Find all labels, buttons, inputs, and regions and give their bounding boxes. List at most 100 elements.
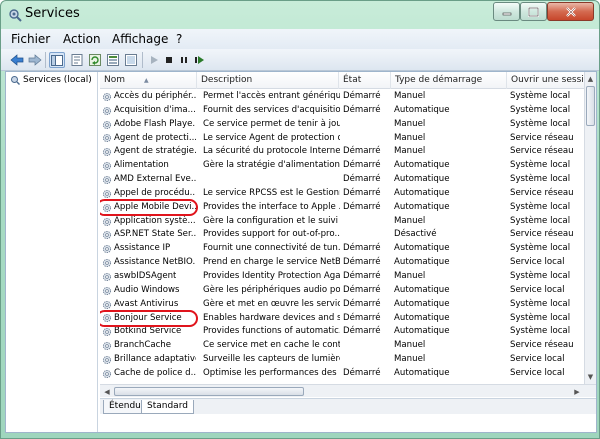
menu-fichier[interactable]: Fichier: [11, 32, 50, 46]
service-gear-icon: [102, 217, 112, 226]
service-row[interactable]: ASP.NET State Ser... Provides support for…: [100, 228, 596, 242]
service-name-cell[interactable]: Adobe Flash Playe...: [100, 118, 196, 132]
pause-service-button[interactable]: [176, 52, 192, 68]
service-row[interactable]: Assistance NetBIO... Prend en charge le s…: [100, 256, 596, 270]
back-button[interactable]: [9, 52, 25, 68]
service-name-cell[interactable]: Assistance NetBIO...: [100, 256, 196, 270]
vertical-scroll-thumb[interactable]: [586, 86, 595, 126]
service-name-cell[interactable]: Agent de protecti...: [100, 132, 196, 146]
service-description: Surveille les capteurs de lumière...: [203, 354, 340, 365]
service-name: Assistance IP: [114, 243, 171, 254]
service-state: Démarré: [343, 284, 381, 295]
service-gear-icon: [102, 328, 112, 337]
menu-action[interactable]: Action: [63, 32, 101, 46]
column-header-startup-type[interactable]: Type de démarrage: [391, 72, 507, 89]
column-header-description[interactable]: Description: [197, 72, 339, 89]
service-name-cell[interactable]: Agent de stratégie...: [100, 145, 196, 159]
service-row[interactable]: Audio Windows Gère les périphériques audi…: [100, 284, 596, 298]
service-gear-icon: [102, 245, 112, 254]
stop-service-button[interactable]: [161, 52, 177, 68]
service-name-cell[interactable]: Accès du périphér...: [100, 90, 196, 104]
service-row[interactable]: Agent de protecti... Le service Agent de …: [100, 132, 596, 146]
service-name-cell[interactable]: Assistance IP: [100, 242, 196, 256]
service-state: [340, 339, 392, 353]
service-row[interactable]: Bonjour Service Enables hardware devices …: [100, 312, 596, 326]
service-row[interactable]: Assistance IP Fournit une connectivité de…: [100, 242, 596, 256]
service-state: Démarré: [343, 326, 381, 337]
service-name-cell[interactable]: Botkind Service: [100, 325, 196, 339]
horizontal-scrollbar[interactable]: ◀ ▶: [100, 384, 596, 397]
maximize-button[interactable]: [520, 2, 547, 21]
service-startup-type: Manuel: [394, 146, 426, 157]
service-name-cell[interactable]: Bonjour Service: [100, 312, 196, 326]
console-tree-button[interactable]: [49, 52, 65, 68]
title-bar[interactable]: Services: [1, 1, 599, 29]
service-name-cell[interactable]: Acquisition d'ima...: [100, 104, 196, 118]
start-service-button[interactable]: [146, 52, 162, 68]
service-description: Le service RPCSS est le Gestionn...: [203, 187, 340, 198]
service-row[interactable]: Avast Antivirus Gère et met en œuvre les …: [100, 298, 596, 312]
service-row[interactable]: aswbIDSAgent Provides Identity Protection…: [100, 270, 596, 284]
scroll-up-icon[interactable]: ▲: [585, 73, 596, 85]
column-header-name[interactable]: Nom ▲: [100, 72, 197, 89]
export-list-button[interactable]: [105, 52, 121, 68]
service-name-cell[interactable]: Avast Antivirus: [100, 298, 196, 312]
column-header-log-on-as[interactable]: Ouvrir une session: [507, 72, 596, 89]
service-row[interactable]: Alimentation Gère la stratégie d'alimenta…: [100, 159, 596, 173]
service-log-on-as: Service local: [510, 354, 565, 365]
scroll-down-icon[interactable]: ▼: [585, 371, 596, 383]
column-header-state[interactable]: État: [339, 72, 391, 89]
service-name-cell[interactable]: ASP.NET State Ser...: [100, 228, 196, 242]
menu-help[interactable]: ?: [176, 32, 182, 46]
service-name-cell[interactable]: BranchCache: [100, 339, 196, 353]
forward-button[interactable]: [27, 52, 43, 68]
service-description: Gère la stratégie d'alimentation ...: [203, 160, 340, 171]
service-row[interactable]: AMD External Eve... Démarré Automatique Sys…: [100, 173, 596, 187]
service-name-cell[interactable]: Application systè...: [100, 215, 196, 229]
horizontal-scroll-thumb[interactable]: [114, 387, 304, 396]
tab-standard[interactable]: Standard: [141, 400, 194, 414]
help-icon: [125, 54, 137, 66]
service-name-cell[interactable]: Cache de police d...: [100, 367, 196, 381]
minimize-button[interactable]: [493, 2, 520, 21]
service-description: Provides Identity Protection Aga...: [203, 270, 340, 281]
service-row[interactable]: Accès du périphér... Permet l'accès entra…: [100, 90, 596, 104]
service-startup-type: Automatique: [394, 201, 450, 212]
service-log-on-as: Service réseau: [510, 132, 574, 143]
restart-service-button[interactable]: [191, 52, 207, 68]
service-name-cell[interactable]: Appel de procédu...: [100, 187, 196, 201]
service-row[interactable]: Apple Mobile Devi... Provides the interfa…: [100, 201, 596, 215]
scroll-left-icon[interactable]: ◀: [101, 386, 113, 397]
service-row[interactable]: Application systè... Gère la configuratio…: [100, 215, 596, 229]
service-name-cell[interactable]: Audio Windows: [100, 284, 196, 298]
tree-item-services-local[interactable]: Services (local): [10, 75, 92, 85]
service-row[interactable]: Brillance adaptative Surveille les capteu…: [100, 353, 596, 367]
service-state: Démarré: [343, 298, 381, 309]
service-row[interactable]: Adobe Flash Playe... Ce service permet de…: [100, 118, 596, 132]
service-state: Démarré: [343, 174, 381, 185]
service-row[interactable]: Appel de procédu... Le service RPCSS est …: [100, 187, 596, 201]
service-name-cell[interactable]: aswbIDSAgent: [100, 270, 196, 284]
service-name-cell[interactable]: Alimentation: [100, 159, 196, 173]
service-description: Enables hardware devices and s...: [203, 312, 340, 323]
toolbar-separator: [142, 52, 143, 68]
vertical-scrollbar[interactable]: ▲ ▼: [584, 72, 596, 384]
service-name-cell[interactable]: Brillance adaptative: [100, 353, 196, 367]
service-row[interactable]: Acquisition d'ima... Fournit des services…: [100, 104, 596, 118]
export-list-icon: [107, 54, 119, 66]
service-name-cell[interactable]: Apple Mobile Devi...: [100, 201, 196, 215]
menu-affichage[interactable]: Affichage: [112, 32, 168, 46]
refresh-button[interactable]: [87, 52, 103, 68]
service-row[interactable]: BranchCache Ce service met en cache le co…: [100, 339, 596, 353]
service-row[interactable]: Botkind Service Provides functions of aut…: [100, 325, 596, 339]
properties-button[interactable]: [69, 52, 85, 68]
service-row[interactable]: Cache de police d... Optimise les perform…: [100, 367, 596, 381]
service-state: [340, 215, 392, 229]
help-button[interactable]: [123, 52, 139, 68]
scroll-right-icon[interactable]: ▶: [571, 386, 583, 397]
service-row[interactable]: Agent de stratégie... La sécurité du prot…: [100, 145, 596, 159]
service-name-cell[interactable]: AMD External Eve...: [100, 173, 196, 187]
close-button[interactable]: [547, 2, 594, 21]
service-name: Audio Windows: [114, 284, 180, 295]
gear-magnifier-icon: [11, 76, 20, 85]
